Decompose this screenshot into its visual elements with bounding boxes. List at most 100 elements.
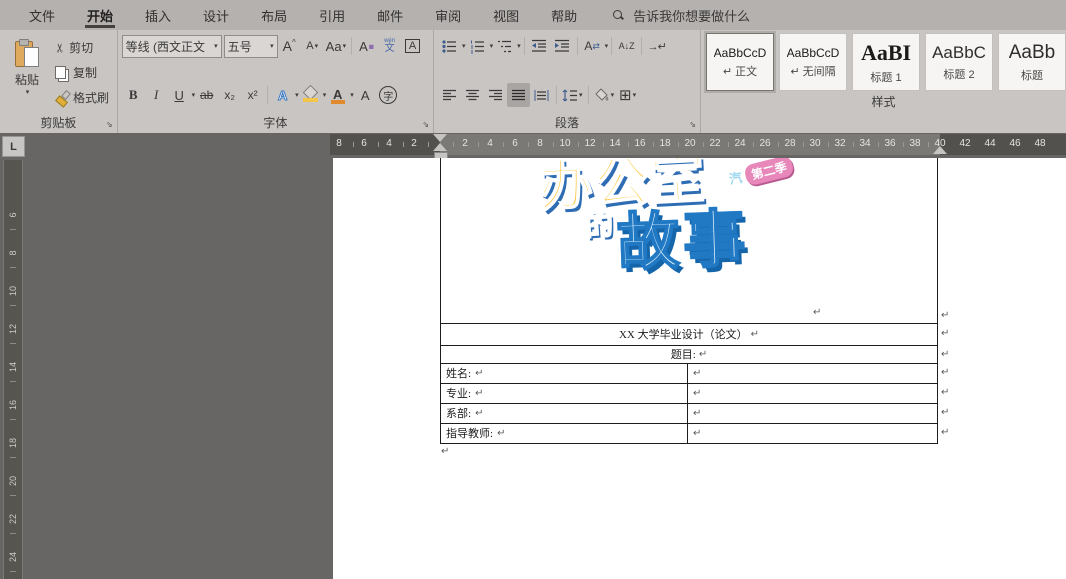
row-label: 专业: <box>446 385 471 401</box>
align-left-button[interactable] <box>438 83 461 107</box>
menu-tab-插入[interactable]: 插入 <box>129 0 187 30</box>
menu-tab-帮助[interactable]: 帮助 <box>535 0 593 30</box>
paste-button[interactable]: 粘贴 ▾ <box>4 33 50 112</box>
asian-layout-button[interactable]: A ⇄ <box>581 34 604 58</box>
menu-tab-文件[interactable]: 文件 <box>13 0 71 30</box>
line-spacing-button[interactable]: ▾ <box>560 83 585 107</box>
document-logo-image[interactable]: 办公室 汽 第二季 的 故事 <box>533 158 823 278</box>
ruler-tick <box>10 343 16 344</box>
style-chip-正文[interactable]: AaBbCcD↵ 正文 <box>706 33 774 91</box>
table-value-cell[interactable]: ↵ <box>687 363 943 383</box>
table-title-cell[interactable]: XX 大学毕业设计（论文） ↵ <box>440 323 938 345</box>
bullet-list-button[interactable] <box>438 34 461 58</box>
tab-stop-selector[interactable]: L <box>2 136 25 157</box>
subscript-button[interactable]: x₂ <box>218 83 241 107</box>
row-label: 指导教师: <box>446 425 493 441</box>
horizontal-ruler[interactable]: 8642246810121416182022242628303234363840… <box>330 134 1066 155</box>
menu-tab-设计[interactable]: 设计 <box>187 0 245 30</box>
ruler-tick <box>528 142 529 147</box>
borders-button[interactable]: ⊞ ▾ <box>616 83 639 107</box>
shading-button[interactable]: ▾ <box>592 83 617 107</box>
strikethrough-button[interactable]: ab <box>195 83 218 107</box>
align-center-button[interactable] <box>461 83 484 107</box>
hanging-indent-marker[interactable] <box>433 143 447 151</box>
tell-me-search[interactable]: 告诉我你想要做什么 <box>613 6 750 25</box>
character-border-button[interactable]: A <box>401 34 424 58</box>
menu-tab-审阅[interactable]: 审阅 <box>419 0 477 30</box>
ruler-tick <box>778 142 779 147</box>
italic-button[interactable]: I <box>145 83 168 107</box>
table-value-cell[interactable]: ↵ <box>687 403 943 423</box>
menu-tab-开始[interactable]: 开始 <box>71 0 129 30</box>
ruler-tick <box>628 142 629 147</box>
decrease-indent-button[interactable] <box>528 34 551 58</box>
style-chip-无间隔[interactable]: AaBbCcD↵ 无间隔 <box>779 33 847 91</box>
distribute-button[interactable] <box>530 83 553 107</box>
font-color-button[interactable]: A <box>326 83 349 107</box>
sort-button[interactable]: A↓Z <box>615 34 638 58</box>
font-size-combobox[interactable]: 五号 ▾ <box>224 35 278 58</box>
table-value-cell[interactable]: ↵ <box>687 383 943 403</box>
menu-tab-引用[interactable]: 引用 <box>303 0 361 30</box>
ruler-number: 46 <box>1009 138 1020 149</box>
numbered-list-button[interactable] <box>466 34 489 58</box>
table-row-line <box>440 443 938 444</box>
text-effects-button[interactable]: A <box>271 83 294 107</box>
increase-indent-button[interactable] <box>551 34 574 58</box>
ruler-number: 20 <box>684 138 695 149</box>
ruler-number: 8 <box>336 138 342 149</box>
styles-gallery: AaBbCcD↵ 正文AaBbCcD↵ 无间隔AaBI标题 1AaBbC标题 2… <box>701 30 1066 91</box>
font-name-combobox[interactable]: 等线 (西文正文 ▾ <box>122 35 222 58</box>
change-case-button[interactable]: Aa▾ <box>324 34 348 58</box>
vertical-ruler[interactable]: 68101214161820222426 <box>3 160 23 579</box>
ribbon: 粘贴 ▾ ✂ 剪切 复制 格式刷 <box>0 30 1066 134</box>
character-shading-button[interactable]: A <box>354 83 377 107</box>
ruler-number: 2 <box>411 138 417 149</box>
table-label-cell[interactable]: 系部:↵ <box>440 403 693 423</box>
paragraph-dialog-launcher[interactable]: ⇘ <box>689 121 696 129</box>
font-dialog-launcher[interactable]: ⇘ <box>422 121 429 129</box>
first-line-indent-marker[interactable] <box>433 134 447 142</box>
ruler-tick <box>10 229 16 230</box>
ruler-number: 20 <box>8 474 18 488</box>
logo-spark-decoration: 汽 <box>727 167 743 188</box>
superscript-button[interactable]: x² <box>241 83 264 107</box>
table-label-cell[interactable]: 指导教师:↵ <box>440 423 693 443</box>
menu-tab-邮件[interactable]: 邮件 <box>361 0 419 30</box>
cut-button[interactable]: ✂ 剪切 <box>52 37 112 58</box>
ruler-number: 8 <box>537 138 543 149</box>
underline-button[interactable]: U <box>168 83 191 107</box>
bold-button[interactable]: B <box>122 83 145 107</box>
clear-formatting-button[interactable]: A◆ <box>355 34 378 58</box>
table-value-cell[interactable]: ↵ <box>687 423 943 443</box>
justify-button[interactable] <box>507 83 530 107</box>
multilevel-list-button[interactable] <box>493 34 516 58</box>
styles-group-label: 样式 <box>871 93 895 110</box>
show-formatting-marks-button[interactable]: →↵ <box>645 34 668 58</box>
style-chip-标题[interactable]: AaBb标题 <box>998 33 1066 91</box>
style-chip-标题 2[interactable]: AaBbC标题 2 <box>925 33 993 91</box>
line-spacing-icon <box>562 89 578 102</box>
clipboard-group-label: 剪贴板 <box>40 114 76 131</box>
table-label-cell[interactable]: 姓名:↵ <box>440 363 693 383</box>
copy-icon <box>55 66 66 79</box>
ruler-tick <box>10 533 16 534</box>
shrink-font-button[interactable]: A▾ <box>301 34 324 58</box>
enclose-characters-button[interactable]: 字 <box>377 83 400 107</box>
menu-tab-布局[interactable]: 布局 <box>245 0 303 30</box>
align-right-button[interactable] <box>484 83 507 107</box>
text-highlight-button[interactable] <box>299 83 322 107</box>
document-page[interactable]: 办公室 汽 第二季 的 故事 ↵ XX 大学毕业设计（论文） ↵ <box>333 158 1066 579</box>
grow-font-button[interactable]: A^ <box>278 34 301 58</box>
phonetic-guide-button[interactable]: wén 文 <box>378 34 401 58</box>
ruler-tick <box>453 142 454 147</box>
format-painter-button[interactable]: 格式刷 <box>52 87 112 108</box>
ruler-tick <box>10 457 16 458</box>
style-chip-标题 1[interactable]: AaBI标题 1 <box>852 33 920 91</box>
format-painter-icon <box>55 91 69 105</box>
table-label-cell[interactable]: 专业:↵ <box>440 383 693 403</box>
table-subtitle-cell[interactable]: 题目: ↵ <box>440 345 938 363</box>
menu-tab-视图[interactable]: 视图 <box>477 0 535 30</box>
copy-button[interactable]: 复制 <box>52 62 112 83</box>
clipboard-dialog-launcher[interactable]: ⇘ <box>106 121 113 129</box>
